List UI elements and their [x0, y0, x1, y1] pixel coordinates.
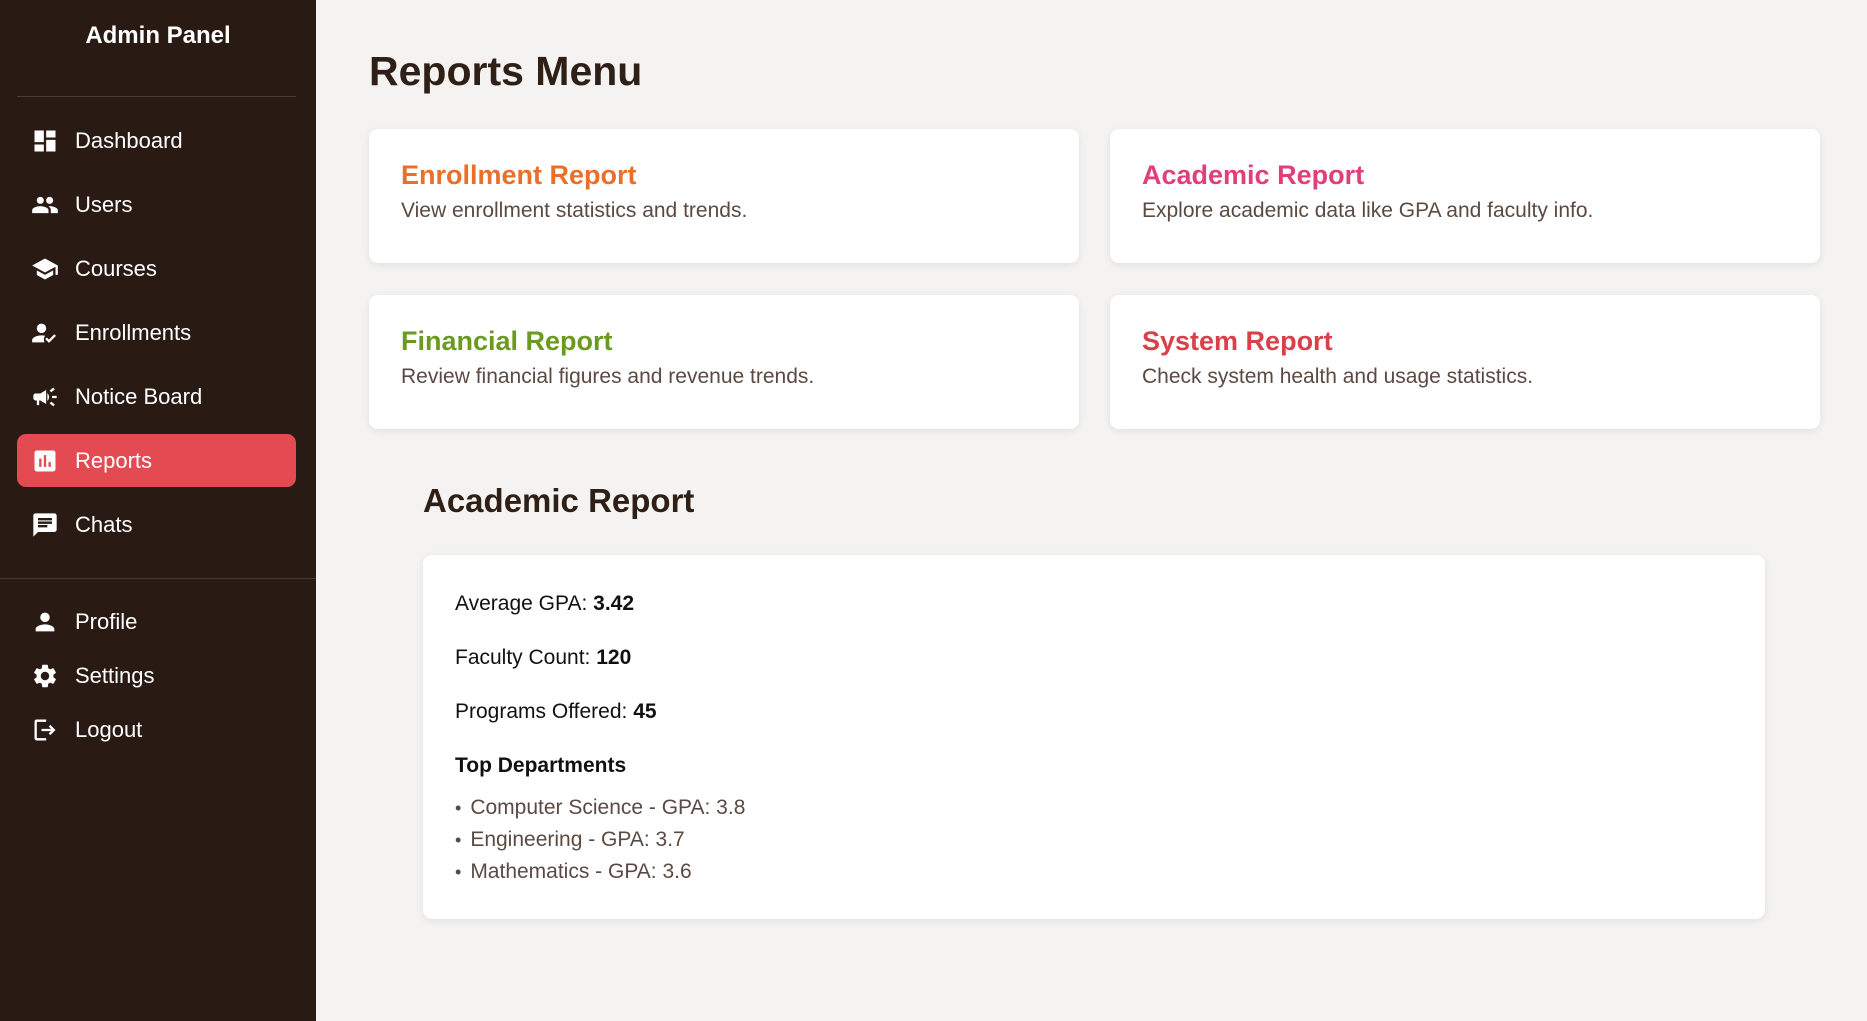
enrollment-report-card[interactable]: Enrollment Report View enrollment statis… [369, 129, 1079, 263]
departments-list: • Computer Science - GPA: 3.8 • Engineerin… [455, 792, 1733, 888]
sidebar-item-label: Users [75, 191, 133, 217]
sidebar-item-notice-board[interactable]: Notice Board [17, 370, 296, 423]
top-departments-heading: Top Departments [455, 754, 627, 777]
sidebar-bottom-nav: Profile Settings Logout [17, 600, 296, 762]
sidebar-item-reports[interactable]: Reports [17, 434, 296, 487]
sidebar-item-label: Logout [75, 716, 143, 742]
person-icon [30, 607, 60, 637]
sidebar-item-label: Dashboard [75, 127, 183, 153]
stat-value: 3.42 [593, 592, 635, 615]
sidebar-item-profile[interactable]: Profile [17, 600, 296, 643]
academic-report-card[interactable]: Academic Report Explore academic data li… [1110, 129, 1820, 263]
sidebar-item-label: Chats [75, 511, 133, 537]
main-content: Reports Menu Enrollment Report View enro… [316, 0, 1867, 1021]
sidebar-item-label: Courses [75, 255, 157, 281]
list-item: • Mathematics - GPA: 3.6 [455, 860, 692, 883]
card-title: Financial Report [401, 326, 613, 356]
card-description: Check system health and usage statistics… [1142, 365, 1534, 388]
sidebar: Admin Panel Dashboard Users Courses Enro… [0, 0, 316, 1021]
page-title: Reports Menu [369, 48, 643, 94]
card-title: Enrollment Report [401, 160, 637, 190]
average-gpa-stat: Average GPA: 3.42 [455, 592, 1733, 620]
department-text: Engineering - GPA: 3.7 [470, 828, 685, 851]
sidebar-item-courses[interactable]: Courses [17, 242, 296, 295]
sidebar-item-label: Reports [75, 447, 153, 473]
sidebar-title: Admin Panel [85, 22, 231, 49]
users-icon [30, 190, 60, 220]
dashboard-icon [30, 126, 60, 156]
faculty-count-stat: Faculty Count: 120 [455, 646, 1733, 674]
department-text: Computer Science - GPA: 3.8 [470, 796, 746, 819]
graduation-cap-icon [30, 254, 60, 284]
sidebar-item-logout[interactable]: Logout [17, 708, 296, 751]
programs-offered-stat: Programs Offered: 45 [455, 700, 1733, 728]
sidebar-nav: Dashboard Users Courses Enrollments Noti… [17, 114, 296, 562]
academic-report-panel: Average GPA: 3.42 Faculty Count: 120 Pro… [423, 555, 1765, 919]
sidebar-item-users[interactable]: Users [17, 178, 296, 231]
report-section-title: Academic Report [423, 482, 695, 519]
sidebar-item-label: Notice Board [75, 383, 203, 409]
megaphone-icon [30, 382, 60, 412]
department-text: Mathematics - GPA: 3.6 [470, 860, 692, 883]
gear-icon [30, 661, 60, 691]
card-description: View enrollment statistics and trends. [401, 199, 748, 222]
sidebar-item-label: Enrollments [75, 319, 192, 345]
card-description: Review financial figures and revenue tre… [401, 365, 815, 388]
sidebar-item-dashboard[interactable]: Dashboard [17, 114, 296, 167]
sidebar-item-chats[interactable]: Chats [17, 498, 296, 551]
person-check-icon [30, 318, 60, 348]
card-title: System Report [1142, 326, 1333, 356]
sidebar-item-enrollments[interactable]: Enrollments [17, 306, 296, 359]
logout-icon [30, 715, 60, 745]
stat-label: Faculty Count: [455, 646, 591, 669]
system-report-card[interactable]: System Report Check system health and us… [1110, 295, 1820, 429]
sidebar-divider [17, 96, 296, 97]
bar-chart-icon [30, 446, 60, 476]
sidebar-divider [0, 578, 316, 579]
sidebar-item-settings[interactable]: Settings [17, 654, 296, 697]
chat-icon [30, 510, 60, 540]
stat-value: 45 [633, 700, 657, 723]
stat-label: Programs Offered: [455, 700, 628, 723]
list-item: • Engineering - GPA: 3.7 [455, 828, 685, 851]
sidebar-item-label: Profile [75, 608, 138, 634]
stat-label: Average GPA: [455, 592, 588, 615]
sidebar-item-label: Settings [75, 662, 155, 688]
stat-value: 120 [596, 646, 632, 669]
card-title: Academic Report [1142, 160, 1365, 190]
card-description: Explore academic data like GPA and facul… [1142, 199, 1594, 222]
list-item: • Computer Science - GPA: 3.8 [455, 796, 746, 819]
financial-report-card[interactable]: Financial Report Review financial figure… [369, 295, 1079, 429]
